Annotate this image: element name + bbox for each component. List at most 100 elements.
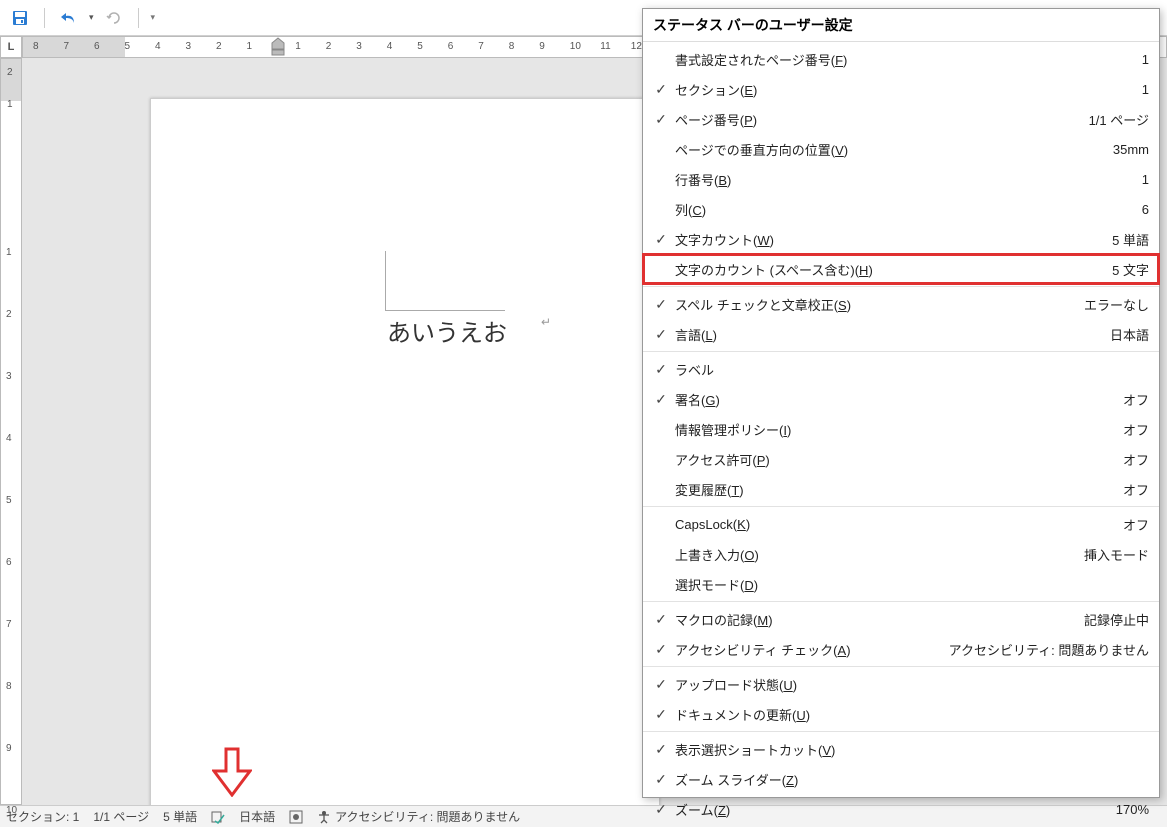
menu-separator xyxy=(643,666,1159,667)
annotation-arrow-icon xyxy=(212,747,252,797)
menu-item-label: ドキュメントの更新(U) xyxy=(675,705,1139,724)
menu-item[interactable]: アクセス許可(P)オフ xyxy=(643,444,1159,474)
menu-item[interactable]: ✓ページ番号(P) 1/1 ページ xyxy=(643,104,1159,134)
save-button[interactable] xyxy=(8,6,32,30)
document-page[interactable]: あいうえお ↵ xyxy=(150,98,660,805)
menu-separator xyxy=(643,731,1159,732)
menu-item[interactable]: CapsLock(K) オフ xyxy=(643,509,1159,539)
check-icon: ✓ xyxy=(647,676,675,693)
menu-item[interactable]: 上書き入力(O) 挿入モード xyxy=(643,539,1159,569)
menu-item[interactable]: 変更履歴(T) オフ xyxy=(643,474,1159,504)
menu-item-label: ズーム スライダー(Z) xyxy=(675,770,1139,789)
check-icon: ✓ xyxy=(647,231,675,248)
check-icon: ✓ xyxy=(647,326,675,343)
menu-item[interactable]: ✓スペル チェックと文章校正(S)エラーなし xyxy=(643,289,1159,319)
check-icon: ✓ xyxy=(647,111,675,128)
menu-item-value: 記録停止中 xyxy=(1084,610,1149,629)
menu-separator xyxy=(643,506,1159,507)
menu-item[interactable]: ✓ズーム スライダー(Z) xyxy=(643,764,1159,794)
menu-item[interactable]: ✓セクション(E)1 xyxy=(643,74,1159,104)
check-icon: ✓ xyxy=(647,361,675,378)
menu-item-label: ラベル xyxy=(675,360,1139,379)
paragraph-mark-icon: ↵ xyxy=(541,315,551,329)
document-text[interactable]: あいうえお xyxy=(387,313,507,348)
menu-item-label: マクロの記録(M) xyxy=(675,610,1074,629)
menu-item-label: 変更履歴(T) xyxy=(675,480,1113,499)
menu-item[interactable]: ✓言語(L)日本語 xyxy=(643,319,1159,349)
accessibility-icon xyxy=(317,810,331,824)
status-page[interactable]: 1/1 ページ xyxy=(93,808,149,825)
menu-item[interactable]: ✓ズーム(Z)170% xyxy=(643,794,1159,824)
menu-separator xyxy=(643,351,1159,352)
menu-item-label: アクセス許可(P) xyxy=(675,450,1113,469)
menu-item-value: アクセシビリティ: 問題ありません xyxy=(949,640,1149,659)
vertical-ruler[interactable]: 2112345678910 xyxy=(0,58,22,805)
undo-button[interactable] xyxy=(57,6,81,30)
menu-item-value: 5 単語 xyxy=(1112,230,1149,249)
menu-item[interactable]: ✓表示選択ショートカット(V) xyxy=(643,734,1159,764)
menu-item[interactable]: 行番号(B) 1 xyxy=(643,164,1159,194)
menu-item-label: 表示選択ショートカット(V) xyxy=(675,740,1139,759)
proofing-icon xyxy=(211,810,225,824)
menu-item-label: 書式設定されたページ番号(F) xyxy=(675,50,1132,69)
menu-item-label: 列(C) xyxy=(675,200,1132,219)
check-icon: ✓ xyxy=(647,771,675,788)
undo-dropdown[interactable]: ▾ xyxy=(89,12,94,23)
status-language[interactable]: 日本語 xyxy=(239,808,275,825)
menu-item[interactable]: 列(C) 6 xyxy=(643,194,1159,224)
menu-item-label: ズーム(Z) xyxy=(675,800,1106,819)
separator xyxy=(138,8,139,28)
menu-item-label: 言語(L) xyxy=(675,325,1100,344)
menu-item-label: 上書き入力(O) xyxy=(675,545,1074,564)
menu-item-label: ページでの垂直方向の位置(V) xyxy=(675,140,1103,159)
ruler-corner: L xyxy=(0,36,22,58)
qat-customize[interactable]: ▾ xyxy=(151,12,156,23)
menu-item-value: オフ xyxy=(1123,390,1149,409)
menu-item[interactable]: ✓文字カウント(W) 5 単語 xyxy=(643,224,1159,254)
menu-item[interactable]: ✓ドキュメントの更新(U) xyxy=(643,699,1159,729)
menu-separator xyxy=(643,601,1159,602)
redo-button[interactable] xyxy=(102,6,126,30)
menu-item-value: オフ xyxy=(1123,480,1149,499)
menu-item-label: アップロード状態(U) xyxy=(675,675,1139,694)
status-word-count[interactable]: 5 単語 xyxy=(163,808,197,825)
menu-item[interactable]: 選択モード(D) xyxy=(643,569,1159,599)
menu-item-label: 行番号(B) xyxy=(675,170,1132,189)
menu-item-value: オフ xyxy=(1123,515,1149,534)
menu-item[interactable]: ✓署名(G)オフ xyxy=(643,384,1159,414)
menu-item-label: 文字カウント(W) xyxy=(675,230,1102,249)
check-icon: ✓ xyxy=(647,641,675,658)
menu-item-value: 1 xyxy=(1142,172,1149,187)
statusbar-customize-menu: ステータス バーのユーザー設定 書式設定されたページ番号(F)1✓セクション(E… xyxy=(642,8,1160,798)
menu-item-value: 35mm xyxy=(1113,142,1149,157)
check-icon: ✓ xyxy=(647,706,675,723)
menu-item[interactable]: 情報管理ポリシー(I)オフ xyxy=(643,414,1159,444)
menu-item-label: ページ番号(P) xyxy=(675,110,1079,129)
check-icon: ✓ xyxy=(647,81,675,98)
menu-item-value: 6 xyxy=(1142,202,1149,217)
menu-item[interactable]: 文字のカウント (スペース含む)(H)5 文字 xyxy=(643,254,1159,284)
menu-item-value: 挿入モード xyxy=(1084,545,1149,564)
status-accessibility[interactable]: アクセシビリティ: 問題ありません xyxy=(317,808,520,825)
status-proofing[interactable] xyxy=(211,810,225,824)
menu-item[interactable]: ページでの垂直方向の位置(V) 35mm xyxy=(643,134,1159,164)
menu-item-label: アクセシビリティ チェック(A) xyxy=(675,640,939,659)
menu-separator xyxy=(643,286,1159,287)
menu-item-label: 選択モード(D) xyxy=(675,575,1139,594)
menu-item[interactable]: ✓アップロード状態(U) xyxy=(643,669,1159,699)
menu-item[interactable]: ✓アクセシビリティ チェック(A) アクセシビリティ: 問題ありません xyxy=(643,634,1159,664)
menu-item[interactable]: ✓ラベル xyxy=(643,354,1159,384)
menu-title: ステータス バーのユーザー設定 xyxy=(643,9,1159,42)
check-icon: ✓ xyxy=(647,391,675,408)
menu-item-value: オフ xyxy=(1123,420,1149,439)
menu-item[interactable]: 書式設定されたページ番号(F)1 xyxy=(643,44,1159,74)
check-icon: ✓ xyxy=(647,296,675,313)
menu-item-label: CapsLock(K) xyxy=(675,517,1113,532)
menu-item-value: 1/1 ページ xyxy=(1089,110,1149,129)
status-macro[interactable] xyxy=(289,810,303,824)
menu-item[interactable]: ✓マクロの記録(M)記録停止中 xyxy=(643,604,1159,634)
check-icon: ✓ xyxy=(647,801,675,818)
menu-item-value: エラーなし xyxy=(1084,295,1149,314)
macro-record-icon xyxy=(289,810,303,824)
menu-item-value: 1 xyxy=(1142,82,1149,97)
